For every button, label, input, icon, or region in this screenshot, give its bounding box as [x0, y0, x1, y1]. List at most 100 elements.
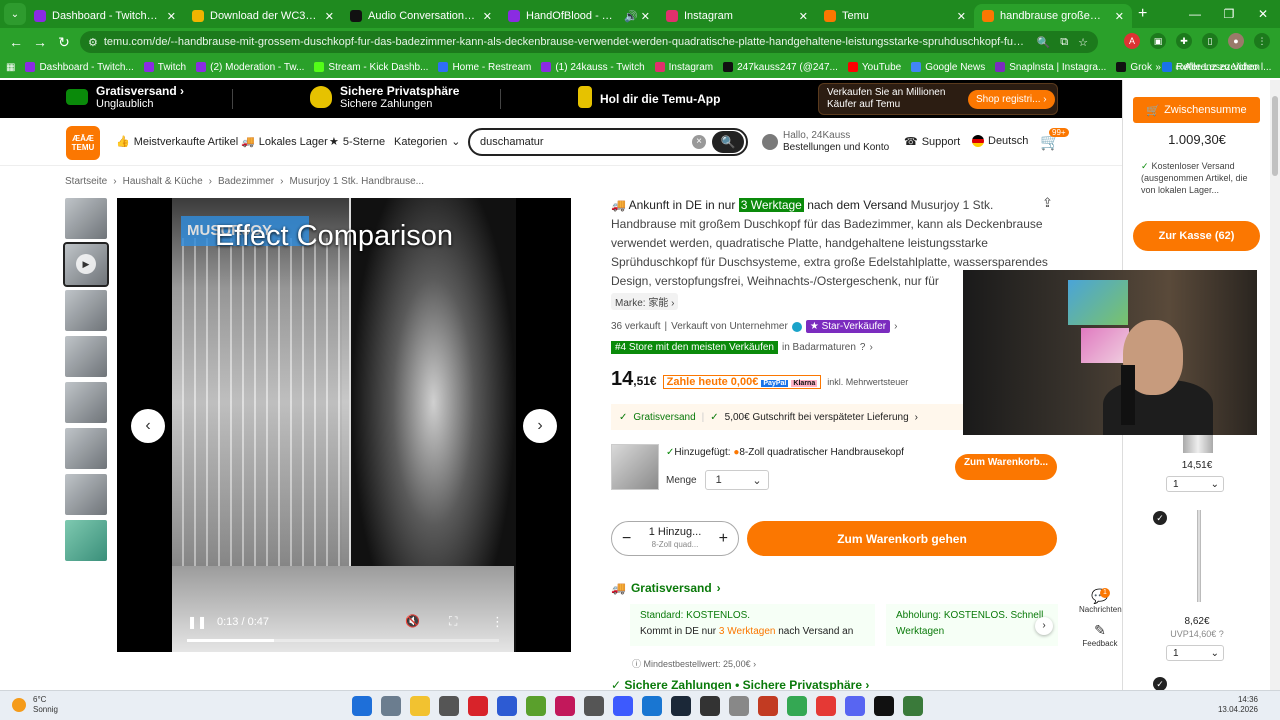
video-progress-bar[interactable]	[187, 639, 499, 642]
calculator-icon[interactable]	[381, 696, 401, 716]
support-link[interactable]: ☎ Support	[904, 135, 960, 149]
maximize-icon[interactable]: ❐	[1212, 7, 1246, 21]
game-app-icon[interactable]	[700, 696, 720, 716]
forward-icon[interactable]: →	[28, 34, 52, 50]
back-icon[interactable]: ←	[4, 34, 28, 50]
nav-five-star[interactable]: ★ 5-Sterne	[329, 135, 385, 149]
tab-close-icon[interactable]: ✕	[799, 10, 808, 23]
page-scrollbar[interactable]	[1270, 80, 1280, 690]
sync-app-icon[interactable]	[613, 696, 633, 716]
windows-start-icon[interactable]	[352, 696, 372, 716]
nav-bestsellers[interactable]: 👍 Meistverkaufte Artikel	[116, 135, 238, 149]
sidebar-icon[interactable]: ▯	[1202, 33, 1218, 49]
address-bar[interactable]: ⚙ temu.com/de/--handbrause-mit-grossem-d…	[80, 31, 1098, 53]
obs-like-icon[interactable]	[758, 696, 778, 716]
bookmark-item[interactable]: Home - Restream	[438, 62, 531, 73]
help-icon[interactable]: ?	[860, 342, 866, 353]
puzzle-icon[interactable]: ✚	[1176, 33, 1192, 49]
layers-app-icon[interactable]	[526, 696, 546, 716]
steam-icon[interactable]	[671, 696, 691, 716]
clear-search-icon[interactable]: ×	[692, 135, 706, 149]
messages-button[interactable]: 💬1Nachrichten	[1079, 588, 1122, 614]
terminal-icon[interactable]	[874, 696, 894, 716]
nav-local-warehouse[interactable]: 🚚 Lokales Lager	[241, 135, 328, 149]
system-clock[interactable]: 14:36 13.04.2026	[1218, 695, 1258, 715]
tab-grok[interactable]: Audio Conversation - Grok ✕	[342, 4, 500, 28]
opera-icon[interactable]	[816, 696, 836, 716]
thumbnail[interactable]	[65, 336, 107, 377]
help-icon[interactable]: ?	[1219, 629, 1224, 639]
all-bookmarks-button[interactable]: ▭ Alle Lesezeichen	[1175, 62, 1260, 73]
more-options-icon[interactable]: ⋮	[491, 614, 504, 630]
scrollbar-thumb[interactable]	[1272, 96, 1278, 176]
search-button[interactable]: 🔍	[712, 131, 744, 153]
tab-wc3-download[interactable]: Download der WC3-Karte „Ani ✕	[184, 4, 342, 28]
notepad-icon[interactable]	[903, 696, 923, 716]
menu-dots-icon[interactable]: ⋮	[1254, 33, 1270, 49]
register-shop-button[interactable]: Shop registri... ›	[968, 89, 1055, 109]
brand-link[interactable]: Marke: 家能 ›	[611, 293, 679, 310]
more-bookmarks-icon[interactable]: »	[1155, 62, 1161, 73]
bookmark-item[interactable]: Grok	[1116, 62, 1152, 73]
to-cart-small-button[interactable]: Zum Warenkorb...	[955, 454, 1057, 480]
vpn-icon[interactable]	[497, 696, 517, 716]
tab-instagram[interactable]: Instagram ✕	[658, 4, 816, 28]
temu-logo[interactable]: ÆĀÆ TEMU	[66, 126, 100, 160]
bookmark-item[interactable]: Stream - Kick Dashb...	[314, 62, 428, 73]
mute-icon[interactable]: 🔇	[405, 614, 420, 628]
side-item-quantity-select[interactable]: 1 ⌄	[1166, 476, 1224, 492]
side-item-checkbox[interactable]: ✓	[1153, 511, 1167, 525]
app-promo[interactable]: Hol dir die Temu-App	[578, 86, 720, 108]
bookmark-item[interactable]: Instagram	[654, 62, 713, 73]
red-app-icon[interactable]	[468, 696, 488, 716]
seller-register-banner[interactable]: Verkaufen Sie an Millionen Käufer auf Te…	[818, 83, 1058, 115]
thumbnail-video-selected[interactable]: ▶	[63, 242, 109, 287]
reload-icon[interactable]: ↻	[52, 34, 76, 51]
prev-image-button[interactable]: ‹	[131, 409, 165, 443]
thumbnail[interactable]	[65, 520, 107, 561]
bookmark-item[interactable]: Dashboard - Twitch...	[25, 62, 134, 73]
thumbnail[interactable]	[65, 198, 107, 239]
tab-dashboard-twitchtts[interactable]: Dashboard - TwitchTTS ✕	[26, 4, 184, 28]
bookmark-item[interactable]: Twitch	[143, 62, 186, 73]
tab-search-button[interactable]: ⌄	[4, 3, 26, 25]
cart-button[interactable]: 🛒 99+	[1040, 128, 1069, 152]
nav-categories[interactable]: Kategorien ⌄	[394, 135, 464, 149]
mouse-app-icon[interactable]	[439, 696, 459, 716]
bookmark-item[interactable]: YouTube	[847, 62, 901, 73]
thumbnail[interactable]	[65, 382, 107, 423]
rank-category[interactable]: in Badarmaturen	[782, 342, 856, 353]
side-cart-item-image[interactable]	[1183, 435, 1213, 453]
breadcrumb-home[interactable]: Startseite	[65, 176, 107, 187]
next-shipping-option-button[interactable]: ›	[1035, 617, 1053, 635]
adblock-icon[interactable]: A	[1124, 33, 1140, 49]
pause-icon[interactable]: ❚❚	[187, 615, 207, 629]
bookmark-item[interactable]: 247kauss247 (@247...	[723, 62, 838, 73]
speaker-icon[interactable]: 🔊 ✕	[624, 10, 650, 23]
zoom-icon[interactable]: 🔍	[1037, 36, 1051, 49]
bookmark-item[interactable]: Snaplnsta | Instagra...	[995, 62, 1106, 73]
minus-icon[interactable]: −	[622, 530, 631, 548]
star-seller-badge[interactable]: ★ Star-Verkäufer	[805, 320, 891, 333]
install-icon[interactable]: ⧉	[1060, 36, 1068, 49]
file-explorer-icon[interactable]	[410, 696, 430, 716]
side-cart-item-image[interactable]	[1197, 510, 1201, 602]
profile-avatar-icon[interactable]: ●	[1228, 33, 1244, 49]
breadcrumb-category[interactable]: Haushalt & Küche	[123, 176, 203, 187]
tab-close-icon[interactable]: ✕	[957, 10, 966, 23]
apps-icon[interactable]: ▦	[6, 62, 15, 73]
chrome-icon[interactable]	[787, 696, 807, 716]
settings-app-icon[interactable]	[729, 696, 749, 716]
site-info-icon[interactable]: ⚙	[88, 36, 98, 49]
free-shipping-promo[interactable]: Gratisversand › Unglaublich	[66, 84, 184, 110]
extension-icon[interactable]: ▣	[1150, 33, 1166, 49]
thumbnail[interactable]	[65, 428, 107, 469]
bookmark-star-icon[interactable]: ☆	[1078, 36, 1088, 49]
tab-close-icon[interactable]: ✕	[325, 10, 334, 23]
shipping-benefits[interactable]: ✓ Gratisversand | ✓ 5,00€ Gutschrift bei v…	[611, 404, 963, 430]
language-selector[interactable]: Deutsch	[972, 135, 1028, 147]
thumbnail[interactable]	[65, 290, 107, 331]
tab-close-icon[interactable]: ✕	[483, 10, 492, 23]
side-item-quantity-select[interactable]: 1 ⌄	[1166, 645, 1224, 661]
bookmark-item[interactable]: Google News	[911, 62, 985, 73]
